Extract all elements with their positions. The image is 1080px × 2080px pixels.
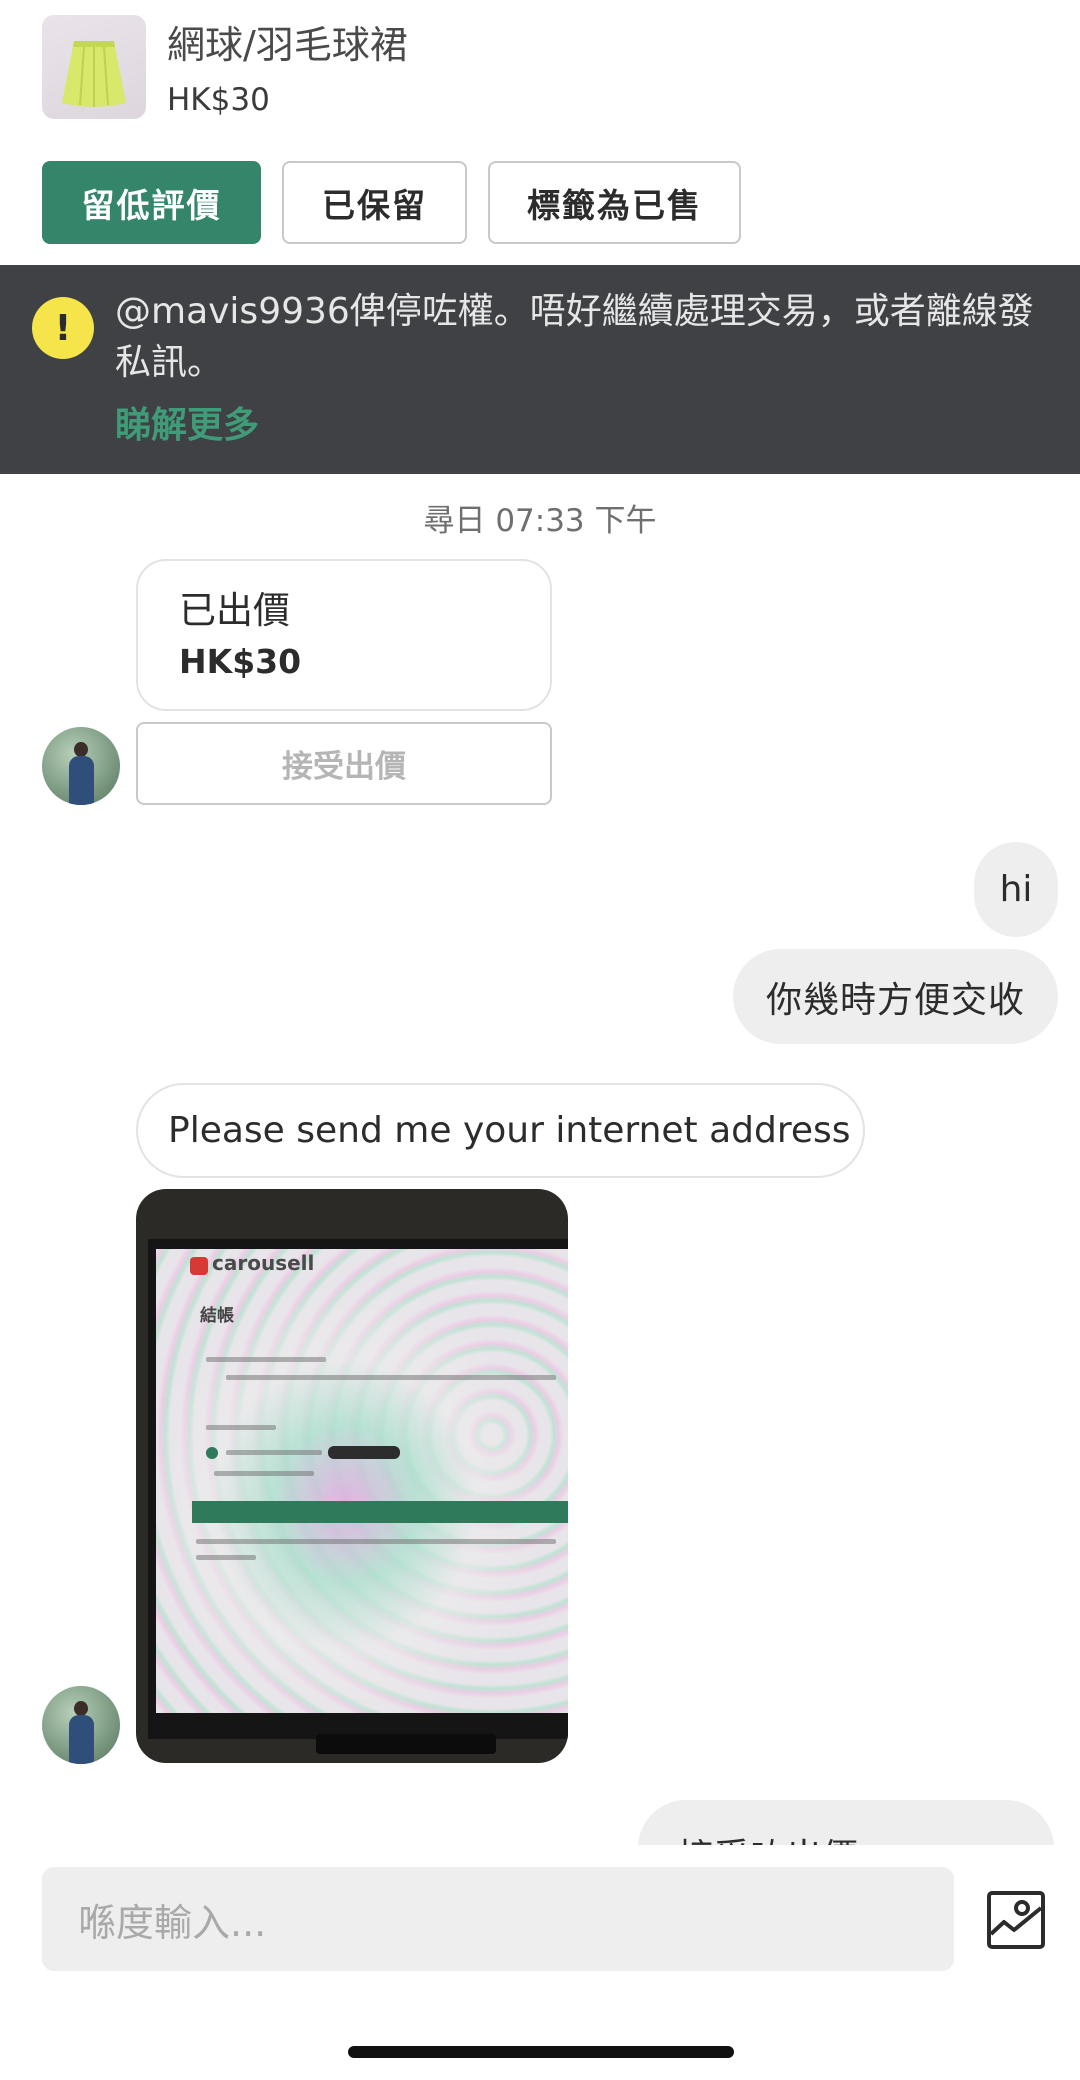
photo-heading-text: 結帳 xyxy=(200,1306,234,1326)
message-input[interactable]: 喺度輸入... xyxy=(42,1867,954,1971)
message-bubble-outgoing: 你幾時方便交收 xyxy=(733,949,1058,1044)
date-separator: 尋日 07:33 下午 xyxy=(423,503,657,539)
accept-offer-button[interactable]: 接受出價 xyxy=(136,722,552,805)
listing-price: HK$30 xyxy=(167,82,270,118)
skirt-image xyxy=(62,41,126,107)
offer-label: 已出價 xyxy=(179,589,290,632)
home-indicator xyxy=(348,2046,734,2058)
message-bubble-outgoing: hi xyxy=(974,842,1058,937)
offer-amount: HK$30 xyxy=(179,642,302,681)
message-image[interactable]: carousell 結帳 xyxy=(136,1189,568,1763)
mark-as-sold-button[interactable]: 標籤為已售 xyxy=(488,161,741,244)
avatar[interactable] xyxy=(42,1686,120,1764)
listing-thumbnail[interactable] xyxy=(42,15,146,119)
image-upload-icon[interactable] xyxy=(986,1890,1046,1950)
listing-title[interactable]: 網球/羽毛球裙 xyxy=(167,14,408,69)
leave-review-button[interactable]: 留低評價 xyxy=(42,161,261,244)
reserved-button[interactable]: 已保留 xyxy=(282,161,467,244)
carousell-logo-icon xyxy=(190,1257,208,1275)
message-bubble-incoming: Please send me your internet address xyxy=(136,1083,865,1178)
photo-brand-text: carousell xyxy=(212,1251,315,1275)
exclamation-icon: ! xyxy=(32,297,94,359)
avatar[interactable] xyxy=(42,727,120,805)
learn-more-link[interactable]: 睇解更多 xyxy=(115,396,259,448)
banner-message: @mavis9936俾停咗權。唔好繼續處理交易，或者離線發私訊。 xyxy=(115,291,1034,383)
